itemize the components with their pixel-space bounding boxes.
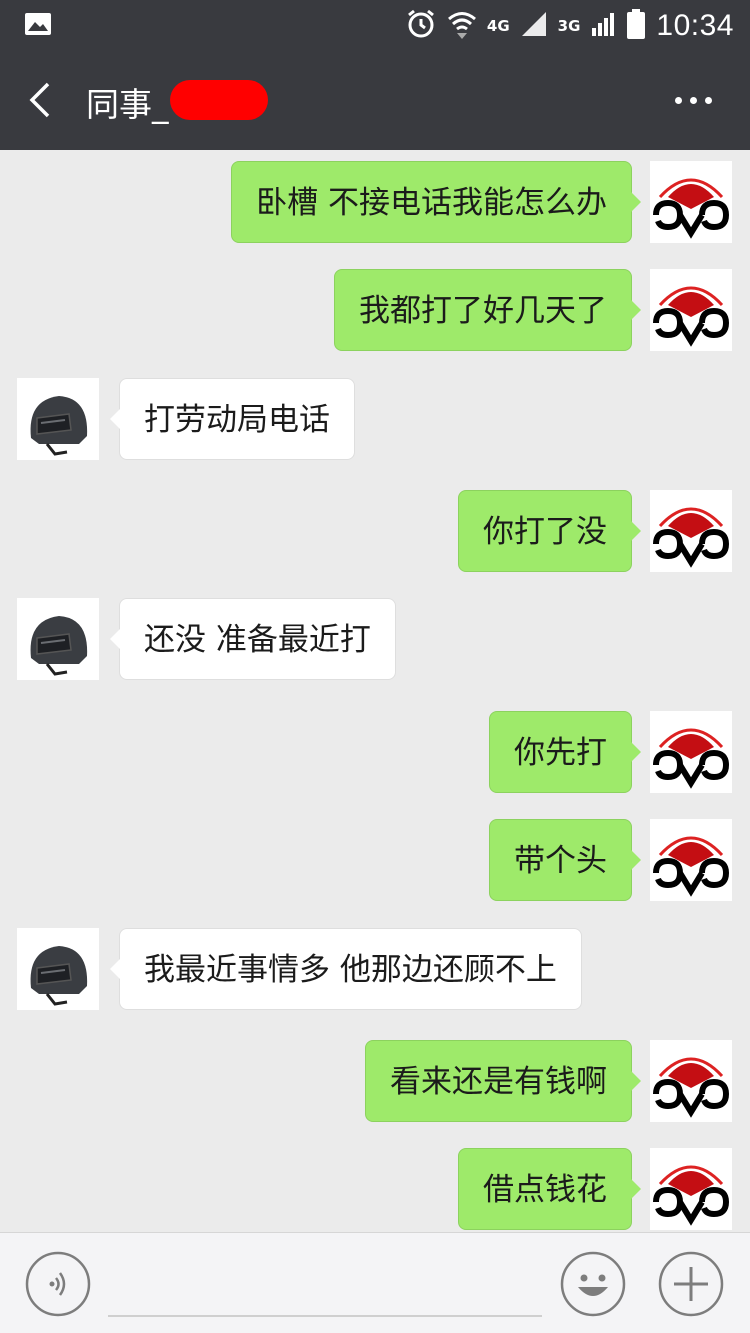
logo-avatar-icon bbox=[653, 728, 730, 789]
avatar[interactable] bbox=[650, 490, 732, 572]
received-bubble[interactable]: 打劳动局电话 bbox=[110, 378, 355, 460]
wifi-icon bbox=[447, 8, 477, 44]
message-row: 卧槽 不接电话我能怎么办 bbox=[0, 161, 750, 243]
status-time: 10:34 bbox=[656, 9, 734, 42]
sent-bubble[interactable]: 带个头 bbox=[489, 819, 641, 901]
logo-avatar-icon bbox=[653, 286, 730, 347]
redaction-mark bbox=[170, 80, 268, 120]
emoji-icon[interactable] bbox=[560, 1251, 626, 1317]
avatar[interactable] bbox=[17, 378, 99, 460]
sent-bubble[interactable]: 我都打了好几天了 bbox=[334, 269, 641, 351]
plus-icon[interactable] bbox=[658, 1251, 724, 1317]
message-row: 看来还是有钱啊 bbox=[0, 1040, 750, 1122]
sent-bubble[interactable]: 借点钱花 bbox=[458, 1148, 641, 1230]
avatar[interactable] bbox=[650, 161, 732, 243]
helmet-avatar-icon bbox=[30, 946, 88, 1006]
logo-avatar-icon bbox=[653, 178, 730, 239]
image-icon bbox=[24, 12, 52, 40]
sent-bubble[interactable]: 卧槽 不接电话我能怎么办 bbox=[231, 161, 641, 243]
avatar[interactable] bbox=[17, 928, 99, 1010]
message-row: 你打了没 bbox=[0, 490, 750, 572]
received-bubble[interactable]: 还没 准备最近打 bbox=[110, 598, 396, 680]
logo-avatar-icon bbox=[653, 836, 730, 897]
sent-bubble[interactable]: 看来还是有钱啊 bbox=[365, 1040, 641, 1122]
received-bubble[interactable]: 我最近事情多 他那边还顾不上 bbox=[110, 928, 582, 1010]
helmet-avatar-icon bbox=[30, 616, 88, 676]
message-row: 还没 准备最近打 bbox=[0, 598, 750, 680]
logo-avatar-icon bbox=[653, 1165, 730, 1226]
message-row: 你先打 bbox=[0, 711, 750, 793]
avatar[interactable] bbox=[650, 819, 732, 901]
message-row: 我最近事情多 他那边还顾不上 bbox=[0, 928, 750, 1010]
message-input[interactable] bbox=[108, 1315, 542, 1317]
battery-icon bbox=[626, 8, 646, 44]
alarm-icon bbox=[405, 8, 437, 44]
helmet-avatar-icon bbox=[30, 396, 88, 456]
message-list: 卧槽 不接电话我能怎么办 我都打了好几天了 打劳动局电话 你打了没 还没 准备最… bbox=[0, 150, 750, 1232]
network-4g-label: 4G bbox=[486, 17, 510, 35]
input-bar bbox=[0, 1232, 750, 1333]
sent-bubble[interactable]: 你先打 bbox=[489, 711, 641, 793]
network-3g-label: 3G bbox=[557, 17, 581, 35]
more-icon[interactable] bbox=[675, 97, 712, 104]
voice-icon[interactable] bbox=[25, 1251, 91, 1317]
message-row: 我都打了好几天了 bbox=[0, 269, 750, 351]
logo-avatar-icon bbox=[653, 1057, 730, 1118]
avatar[interactable] bbox=[650, 711, 732, 793]
signal-icon bbox=[520, 10, 548, 42]
avatar[interactable] bbox=[650, 1148, 732, 1230]
avatar[interactable] bbox=[17, 598, 99, 680]
sent-bubble[interactable]: 你打了没 bbox=[458, 490, 641, 572]
chat-title: 同事_ bbox=[86, 85, 169, 124]
logo-avatar-icon bbox=[653, 507, 730, 568]
message-row: 借点钱花 bbox=[0, 1148, 750, 1230]
chat-header: 同事_ bbox=[0, 50, 750, 150]
chevron-left-icon[interactable] bbox=[26, 80, 56, 120]
avatar[interactable] bbox=[650, 269, 732, 351]
status-bar: 4G 3G 10:34 bbox=[0, 0, 750, 50]
avatar[interactable] bbox=[650, 1040, 732, 1122]
signal-icon-2 bbox=[590, 10, 616, 42]
message-row: 带个头 bbox=[0, 819, 750, 901]
message-row: 打劳动局电话 bbox=[0, 378, 750, 460]
